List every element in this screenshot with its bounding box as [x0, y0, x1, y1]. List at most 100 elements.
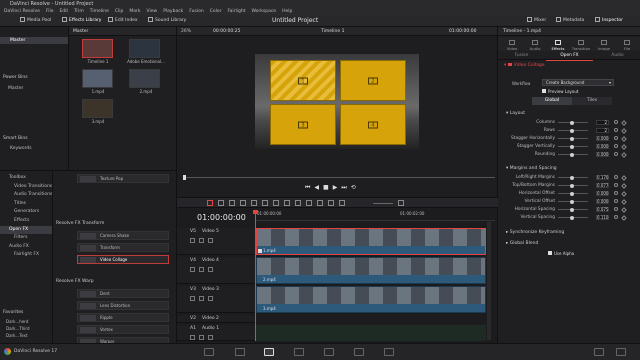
keyframe-icon[interactable]	[621, 190, 627, 197]
inspector-subtab[interactable]: Fusion	[498, 52, 545, 60]
sound-library-button[interactable]: Sound Library	[148, 17, 186, 25]
effect-item[interactable]: Vortex	[77, 325, 169, 334]
edit-page-icon[interactable]	[264, 348, 274, 356]
keyframe-icon[interactable]	[621, 198, 627, 205]
track-name[interactable]: Video 4	[202, 258, 219, 263]
inspector-tab[interactable]: Audio	[524, 38, 546, 51]
smart-bin-keywords[interactable]: Keywords	[2, 145, 32, 152]
auto-select-icon[interactable]	[199, 296, 204, 301]
track-name[interactable]: Video 3	[202, 287, 219, 292]
param-slider-knob[interactable]	[570, 191, 574, 196]
synchronize-keyframing-header[interactable]: ▸ Synchronize Keyframing	[506, 230, 564, 235]
loop-icon[interactable]: ⟲	[351, 184, 360, 191]
dynamic-trim-icon[interactable]	[229, 200, 235, 206]
effects-tree-item[interactable]: Open FX	[0, 225, 52, 235]
effects-tree-item[interactable]: Titles	[0, 200, 52, 209]
inspector-tab[interactable]: Effects	[547, 38, 569, 51]
param-slider-knob[interactable]	[570, 183, 574, 188]
viewer-zoom[interactable]: 26%	[181, 27, 191, 36]
audio-track-clip[interactable]	[256, 325, 486, 341]
param-value-field[interactable]: 0.000	[596, 199, 609, 204]
reset-icon[interactable]	[614, 207, 618, 211]
keyframe-icon[interactable]	[621, 127, 627, 134]
fusion-page-icon[interactable]	[294, 348, 304, 356]
track-header[interactable]: V4 Video 4	[177, 257, 255, 284]
keyframe-icon[interactable]	[621, 119, 627, 126]
replace-clip-icon[interactable]	[273, 200, 279, 206]
param-slider-knob[interactable]	[570, 144, 574, 149]
auto-select-icon[interactable]	[199, 335, 204, 340]
reset-icon[interactable]	[614, 215, 618, 219]
insert-clip-icon[interactable]	[251, 200, 257, 206]
favorite-item[interactable]: Dark...Third	[0, 325, 52, 332]
effects-tree-item[interactable]: Fairlight FX	[0, 251, 52, 260]
track-header[interactable]: V3 Video 3	[177, 286, 255, 313]
param-slider-knob[interactable]	[570, 199, 574, 204]
color-page-icon[interactable]	[324, 348, 334, 356]
effect-item[interactable]: Transform	[77, 243, 169, 252]
timeline-clip[interactable]: 1.mp4	[256, 228, 486, 255]
flag-icon[interactable]	[317, 200, 323, 206]
param-value-field[interactable]: 0.110	[596, 215, 609, 220]
param-slider-knob[interactable]	[570, 175, 574, 180]
inspector-subtab[interactable]: Audio	[594, 52, 640, 60]
project-manager-icon[interactable]	[594, 348, 604, 356]
clip-thumbnail[interactable]	[82, 39, 113, 58]
param-slider-knob[interactable]	[570, 215, 574, 220]
clip-thumbnail[interactable]	[129, 39, 160, 58]
menu-item[interactable]: Workspace	[251, 9, 276, 14]
mode-tiles-button[interactable]: Tiles	[572, 97, 612, 105]
stop-icon[interactable]: ■	[323, 184, 333, 191]
mixer-button[interactable]: Mixer	[527, 17, 546, 25]
reset-icon[interactable]	[614, 152, 618, 156]
trim-tool-icon[interactable]	[218, 200, 224, 206]
menu-item[interactable]: Mark	[129, 9, 140, 14]
global-blend-header[interactable]: ▸ Global Blend	[506, 241, 538, 246]
inspector-tab[interactable]: File	[616, 38, 638, 51]
timeline-clip[interactable]: 2.mp4	[256, 257, 486, 284]
param-slider-knob[interactable]	[570, 120, 574, 125]
video-frame[interactable]: 1 2 3 4	[255, 54, 419, 149]
bin-master[interactable]: Master	[0, 37, 68, 44]
menu-item[interactable]: Trim	[74, 9, 84, 14]
keyframe-icon[interactable]	[621, 182, 627, 189]
menu-item[interactable]: DaVinci Resolve	[4, 9, 40, 14]
menu-item[interactable]: Timeline	[90, 9, 109, 14]
reset-icon[interactable]	[614, 191, 618, 195]
param-value-field[interactable]: 0.077	[596, 183, 609, 188]
clip-thumbnail[interactable]	[82, 99, 113, 118]
inspector-subtab[interactable]: Open FX	[546, 52, 593, 61]
timeline-ruler[interactable]: 01:00:00:00 01:00:02:00	[255, 210, 495, 221]
edit-index-button[interactable]: Edit Index	[108, 17, 138, 25]
param-slider-knob[interactable]	[570, 136, 574, 141]
param-value-field[interactable]: 0.000	[596, 136, 609, 141]
menu-item[interactable]: View	[147, 9, 158, 14]
reset-icon[interactable]	[614, 128, 618, 132]
track-name[interactable]: Video 2	[202, 316, 219, 321]
reverse-icon[interactable]: ◀	[314, 184, 323, 191]
monitor-icon[interactable]	[208, 238, 213, 243]
keyframe-icon[interactable]	[621, 143, 627, 150]
track-name[interactable]: Audio 1	[202, 326, 219, 331]
keyframe-icon[interactable]	[621, 206, 627, 213]
marker-icon[interactable]	[328, 200, 334, 206]
menu-item[interactable]: Fairlight	[227, 9, 245, 14]
blade-tool-icon[interactable]	[240, 200, 246, 206]
reset-icon[interactable]	[614, 144, 618, 148]
menu-item[interactable]: Edit	[59, 9, 68, 14]
monitor-icon[interactable]	[208, 335, 213, 340]
param-value-field[interactable]: 0.000	[596, 152, 609, 157]
param-value-field[interactable]: 0.075	[596, 207, 609, 212]
auto-select-icon[interactable]	[199, 238, 204, 243]
keyframe-icon[interactable]	[621, 135, 627, 142]
effects-tree-item[interactable]: Audio Transitions	[0, 191, 52, 200]
menu-item[interactable]: Color	[210, 9, 222, 14]
skip-back-icon[interactable]: ⏮	[305, 184, 314, 191]
effects-tree-item[interactable]: Effects	[0, 217, 52, 226]
param-value-field[interactable]: 0.170	[596, 175, 609, 180]
media-pool-button[interactable]: Media Pool	[20, 17, 51, 25]
viewer-timeline-name[interactable]: Timeline 1	[321, 27, 344, 36]
effect-enable-toggle[interactable]	[507, 63, 512, 66]
auto-select-icon[interactable]	[199, 267, 204, 272]
workflow-dropdown[interactable]: Create Background ▾	[542, 79, 614, 86]
